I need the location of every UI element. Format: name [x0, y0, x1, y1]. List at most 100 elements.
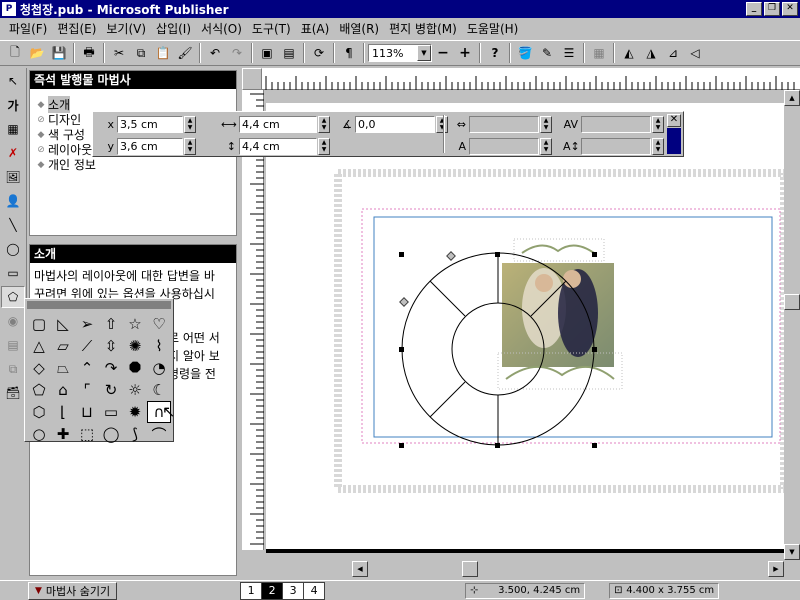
menu-insert[interactable]: 삽입(I) — [151, 20, 196, 38]
star-shape-icon[interactable]: ☆ — [123, 313, 147, 335]
l-shape-icon[interactable]: ⌊ — [51, 401, 75, 423]
clip-gallery-tool-icon[interactable]: 👤 — [1, 190, 25, 212]
rotation-angle-input[interactable]: 0,0 — [355, 115, 435, 133]
text-frame-tool-icon[interactable]: 가 — [1, 94, 25, 116]
menu-tools[interactable]: 도구(T) — [247, 20, 296, 38]
y-position-spinner[interactable]: ▲ ▼ — [184, 137, 196, 155]
menu-arrange[interactable]: 배열(R) — [334, 20, 384, 38]
wordart-tool-icon[interactable]: ✗ — [1, 142, 25, 164]
heart-shape-icon[interactable]: ♡ — [147, 313, 171, 335]
minimize-button[interactable]: _ — [746, 2, 762, 16]
menu-help[interactable]: 도움말(H) — [462, 20, 524, 38]
wizard-item-intro[interactable]: ◆ 소개 — [30, 96, 236, 113]
print-icon[interactable]: 🖶 — [78, 42, 100, 64]
flip-vertical-icon[interactable]: ◁ — [684, 42, 706, 64]
circle-shape-icon[interactable]: ○ — [27, 423, 51, 445]
fill-color-icon[interactable]: 🪣 — [514, 42, 536, 64]
zoom-select[interactable]: 113% ▼ — [368, 44, 432, 62]
x-position-input[interactable]: 3,5 cm — [117, 115, 183, 133]
shadow-icon[interactable]: ▦ — [588, 42, 610, 64]
menu-format[interactable]: 서식(O) — [196, 20, 247, 38]
scroll-down-button[interactable]: ▼ — [784, 544, 800, 560]
pie-shape-icon[interactable]: ◔ — [147, 357, 171, 379]
form-control-tool-icon[interactable]: ◉ — [1, 310, 25, 332]
cube-shape-icon[interactable]: ⬚ — [75, 423, 99, 445]
chevron-down-icon[interactable]: ▼ — [417, 45, 431, 61]
right-triangle-shape-icon[interactable]: ◺ — [51, 313, 75, 335]
scroll-right-button[interactable]: ▶ — [768, 561, 784, 577]
trapezoid-shape-icon[interactable]: ⏢ — [51, 357, 75, 379]
picture-frame-tool-icon[interactable]: 🖼 — [1, 166, 25, 188]
cross-shape-icon[interactable]: ✚ — [51, 423, 75, 445]
table-frame-tool-icon[interactable]: ▦ — [1, 118, 25, 140]
restore-button[interactable]: ❐ — [764, 2, 780, 16]
wizard-item-personal-info[interactable]: ◆ 개인 정보 — [30, 157, 236, 172]
sunburst-shape-icon[interactable]: ☼ — [123, 379, 147, 401]
pentagon-shape-icon[interactable]: ⬠ — [27, 379, 51, 401]
zoom-out-button[interactable]: − — [432, 42, 454, 64]
page-tab-4[interactable]: 4 — [303, 581, 326, 600]
scroll-thumb[interactable] — [784, 294, 800, 310]
line-spacing-spinner[interactable]: ▲ ▼ — [652, 137, 664, 155]
page-canvas[interactable] — [266, 103, 788, 549]
rotate-icon[interactable]: ⟳ — [308, 42, 330, 64]
format-painter-icon[interactable]: 🖌 — [174, 42, 196, 64]
zoom-in-button[interactable]: + — [454, 42, 476, 64]
close-icon[interactable]: ✕ — [667, 114, 681, 127]
octagon-shape-icon[interactable]: ⯃ — [123, 357, 147, 379]
rounded-rectangle-shape-icon[interactable]: ▢ — [27, 313, 51, 335]
html-code-tool-icon[interactable]: ▤ — [1, 334, 25, 356]
flip-horizontal-icon[interactable]: ⊿ — [662, 42, 684, 64]
additional-objects-tool-icon[interactable]: 🗃 — [1, 382, 25, 404]
box-tool-icon[interactable]: ▭ — [1, 262, 25, 284]
swirl-shape-icon[interactable]: ↻ — [99, 379, 123, 401]
wave-shape-icon[interactable]: ⌇ — [147, 335, 171, 357]
explosion-shape-icon[interactable]: ✹ — [123, 401, 147, 423]
new-file-icon[interactable]: 🗋 — [4, 42, 26, 64]
scroll-thumb[interactable] — [462, 561, 478, 577]
speech-bubble-shape-icon[interactable]: ▭ — [99, 401, 123, 423]
horizontal-scrollbar[interactable]: ◀ ▶ — [352, 561, 784, 577]
scroll-up-button[interactable]: ▲ — [784, 90, 800, 106]
height-input[interactable]: 4,4 cm — [239, 137, 317, 155]
hexagon-shape-icon[interactable]: ⬡ — [27, 401, 51, 423]
menu-view[interactable]: 보기(V) — [101, 20, 151, 38]
rotate-left-icon[interactable]: ◭ — [618, 42, 640, 64]
rotate-right-icon[interactable]: ◮ — [640, 42, 662, 64]
copy-icon[interactable]: ⧉ — [130, 42, 152, 64]
menu-edit[interactable]: 편집(E) — [52, 20, 101, 38]
ruler-corner[interactable] — [242, 68, 262, 90]
redo-icon[interactable]: ↷ — [226, 42, 248, 64]
chevron-shape-icon[interactable]: ⌃ — [75, 357, 99, 379]
horizontal-ruler[interactable] — [262, 68, 800, 90]
vertical-ruler[interactable] — [242, 90, 264, 550]
text-scale-input[interactable] — [469, 137, 539, 155]
undo-icon[interactable]: ↶ — [204, 42, 226, 64]
design-gallery-tool-icon[interactable]: ⧉ — [1, 358, 25, 380]
up-arrow-shape-icon[interactable]: ⇧ — [99, 313, 123, 335]
save-icon[interactable]: 💾 — [48, 42, 70, 64]
bring-to-front-icon[interactable]: ▣ — [256, 42, 278, 64]
page-tab-2[interactable]: 2 — [261, 581, 284, 600]
character-spacing-spinner[interactable]: ▲ ▼ — [540, 115, 552, 133]
arrow-shape-icon[interactable]: ➢ — [75, 313, 99, 335]
menu-mail-merge[interactable]: 편지 병합(M) — [384, 20, 462, 38]
help-icon[interactable]: ? — [484, 42, 506, 64]
palette-drag-handle[interactable] — [27, 301, 171, 309]
curved-arrow-shape-icon[interactable]: ↷ — [99, 357, 123, 379]
bracket-shape-icon[interactable]: ⊔ — [75, 401, 99, 423]
scroll-left-button[interactable]: ◀ — [352, 561, 368, 577]
line-color-icon[interactable]: ✎ — [536, 42, 558, 64]
parallelogram-shape-icon[interactable]: ▱ — [51, 335, 75, 357]
close-button[interactable]: ✕ — [782, 2, 798, 16]
menu-table[interactable]: 표(A) — [296, 20, 335, 38]
triangle-shape-icon[interactable]: △ — [27, 335, 51, 357]
tracking-input[interactable] — [581, 115, 651, 133]
width-spinner[interactable]: ▲ ▼ — [318, 115, 330, 133]
up-down-arrow-shape-icon[interactable]: ⇳ — [99, 335, 123, 357]
arch-shape-icon[interactable]: ⌒ — [147, 423, 171, 445]
special-characters-icon[interactable]: ¶ — [338, 42, 360, 64]
moon-shape-icon[interactable]: ☾ — [147, 379, 171, 401]
open-folder-icon[interactable]: 📂 — [26, 42, 48, 64]
tracking-spinner[interactable]: ▲ ▼ — [652, 115, 664, 133]
